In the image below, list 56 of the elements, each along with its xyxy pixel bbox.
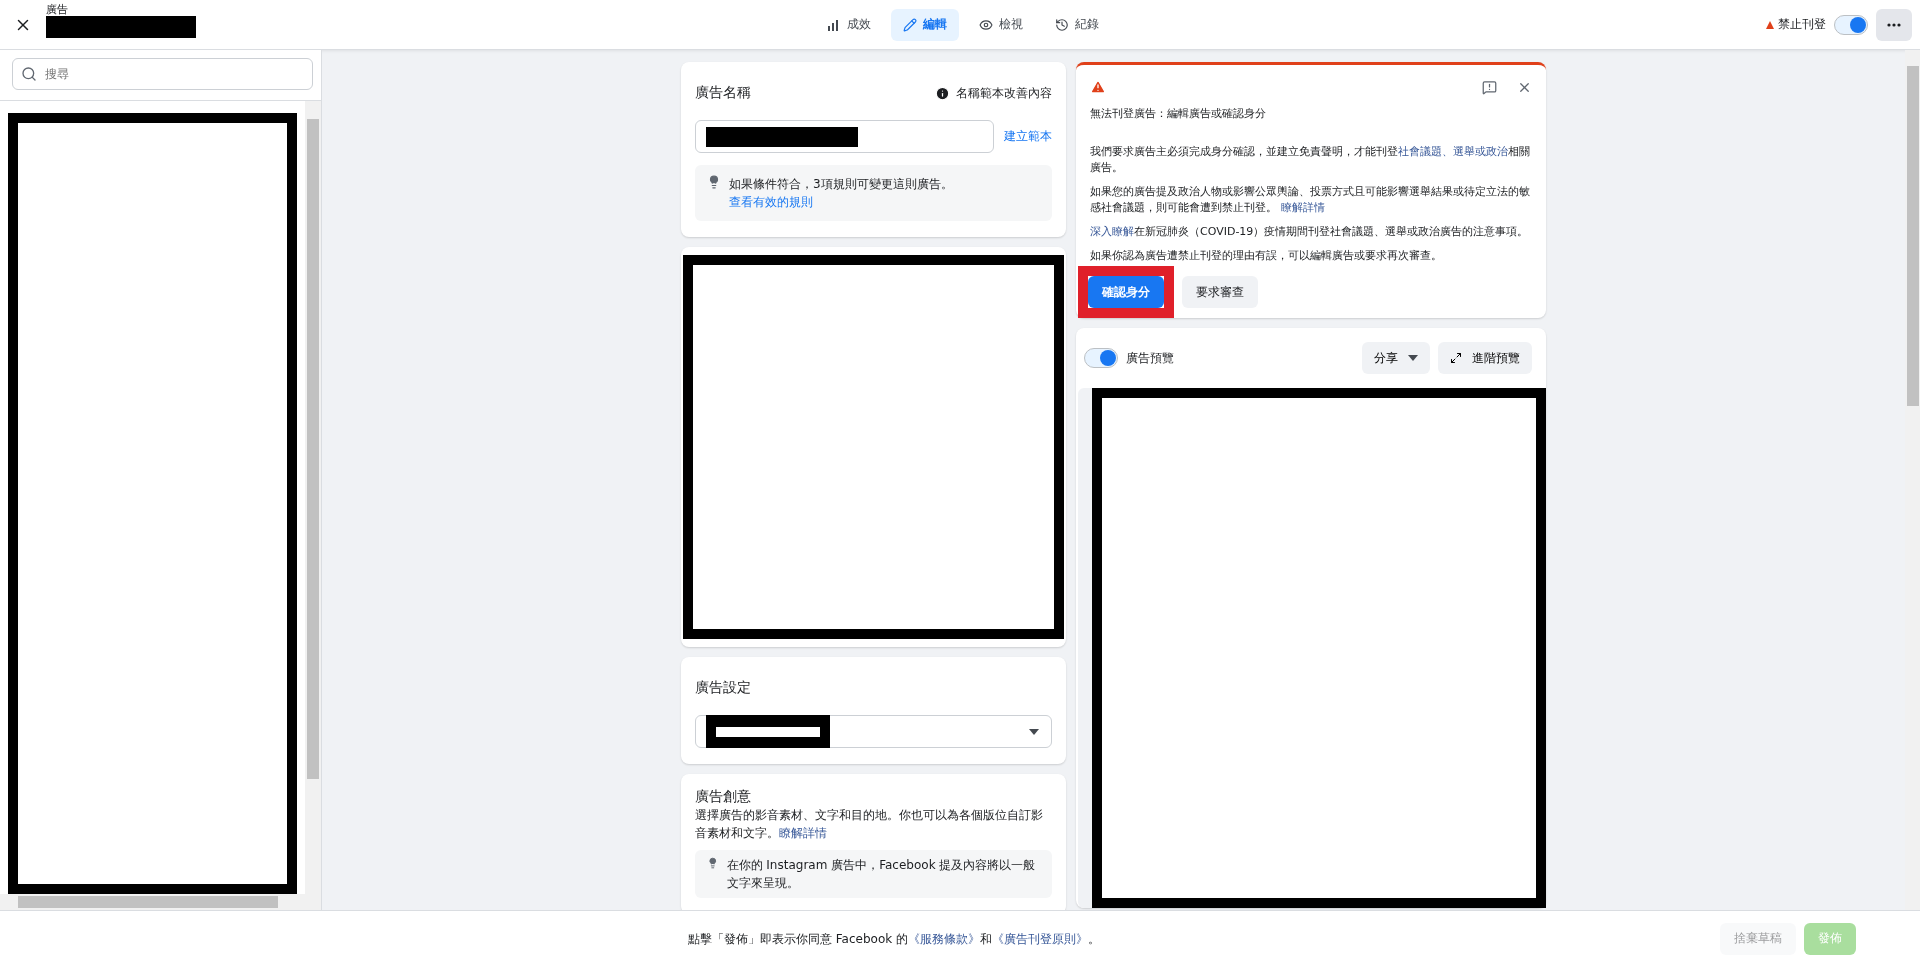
expand-icon (1450, 352, 1462, 364)
verify-button[interactable]: 確認身分 (1088, 276, 1164, 308)
page-title: 廣告 (46, 3, 69, 16)
caret-icon (1408, 355, 1418, 361)
card-description: 選擇廣告的影音素材、文字和目的地。你也可以為各個版位自訂影音素材和文字。瞭解詳情 (695, 807, 1044, 842)
text-link[interactable]: 《服務條款》 (908, 931, 980, 946)
search-field[interactable]: 搜尋 (12, 58, 313, 90)
text-link[interactable]: 瞭解詳情 (779, 826, 827, 840)
history-icon (1055, 17, 1069, 32)
tab[interactable]: 檢視 (967, 8, 1035, 41)
text-link[interactable]: 瞭解詳情 (1280, 201, 1325, 214)
preview-label: 廣告預覽 (1126, 349, 1174, 367)
info-icon (935, 85, 950, 101)
more-icon (1887, 22, 1901, 27)
tab[interactable]: 編輯 (891, 8, 959, 41)
caret-icon (1029, 728, 1039, 735)
tab[interactable]: 成效 (815, 8, 883, 41)
text-link[interactable]: 深入瞭解 (1090, 225, 1134, 238)
feedback-icon[interactable] (1482, 79, 1497, 95)
lightbulb-icon (707, 175, 721, 189)
tip-text: 在你的 Instagram 廣告中，Facebook 提及內容將以一般文字來呈現。 (726, 857, 1037, 892)
card-title: 廣告名稱 (695, 84, 751, 102)
notice-text: 如果您的廣告提及政治人物或影響公眾輿論、投票方式且可能影響選舉結果或待定立法的敏感社會議題，則可能會遭到禁止刊登。 瞭解詳情 (1090, 184, 1531, 216)
text-link[interactable]: 《廣告刊登原則》 (992, 931, 1088, 946)
vertical-scrollbar[interactable] (1905, 50, 1920, 910)
more-button[interactable] (1876, 8, 1912, 41)
toggle-switch[interactable] (1834, 14, 1868, 35)
review-button[interactable]: 要求審查 (1182, 276, 1258, 308)
rules-link[interactable]: 查看有效的規則 (729, 193, 953, 211)
pencil-icon (903, 17, 917, 32)
create-template-link[interactable]: 建立範本 (1004, 128, 1052, 145)
notice-text: 我們要求廣告主必須完成身分確認，並建立免責聲明，才能刊登社會議題、選舉或政治相關廣告。 (1090, 144, 1531, 176)
advanced-preview-button[interactable]: 進階預覽 (1438, 342, 1532, 374)
vertical-scrollbar[interactable] (305, 101, 321, 910)
tab[interactable]: 紀錄 (1043, 8, 1111, 41)
notice-text: 深入瞭解在新冠肺炎（COVID-19）疫情期間刊登社會議題、選舉或政治廣告的注意事項。 (1090, 224, 1530, 240)
notice-title: 無法刊登廣告：編輯廣告或確認身分 (1090, 106, 1267, 122)
tip-text: 如果條件符合，3項規則可變更這則廣告。 (729, 176, 953, 193)
terms-text: 點擊「發佈」即表示你同意 Facebook 的《服務條款》和《廣告刊登原則》。 (688, 930, 1101, 947)
bar-chart-icon (827, 17, 841, 32)
status-label: 禁止刊登 (1766, 16, 1826, 33)
share-button[interactable]: 分享 (1362, 342, 1430, 374)
warning-icon (1090, 79, 1106, 95)
notice-text: 如果你認為廣告遭禁止刊登的理由有誤，可以編輯廣告或要求再次審查。 (1090, 248, 1443, 264)
dropdown[interactable] (695, 715, 1052, 748)
card-title: 廣告創意 (695, 788, 751, 806)
lightbulb-icon (707, 856, 719, 870)
info-link[interactable]: 名稱範本改善內容 (935, 84, 1052, 102)
search-icon (21, 66, 37, 82)
warning-icon (1766, 20, 1774, 29)
text-link[interactable]: 社會議題、選舉或政治 (1398, 145, 1508, 158)
toggle-switch[interactable] (1084, 348, 1118, 368)
horizontal-scrollbar[interactable] (0, 894, 305, 910)
card-title: 廣告設定 (695, 679, 751, 697)
eye-icon (979, 17, 993, 32)
name-field[interactable] (695, 120, 994, 153)
